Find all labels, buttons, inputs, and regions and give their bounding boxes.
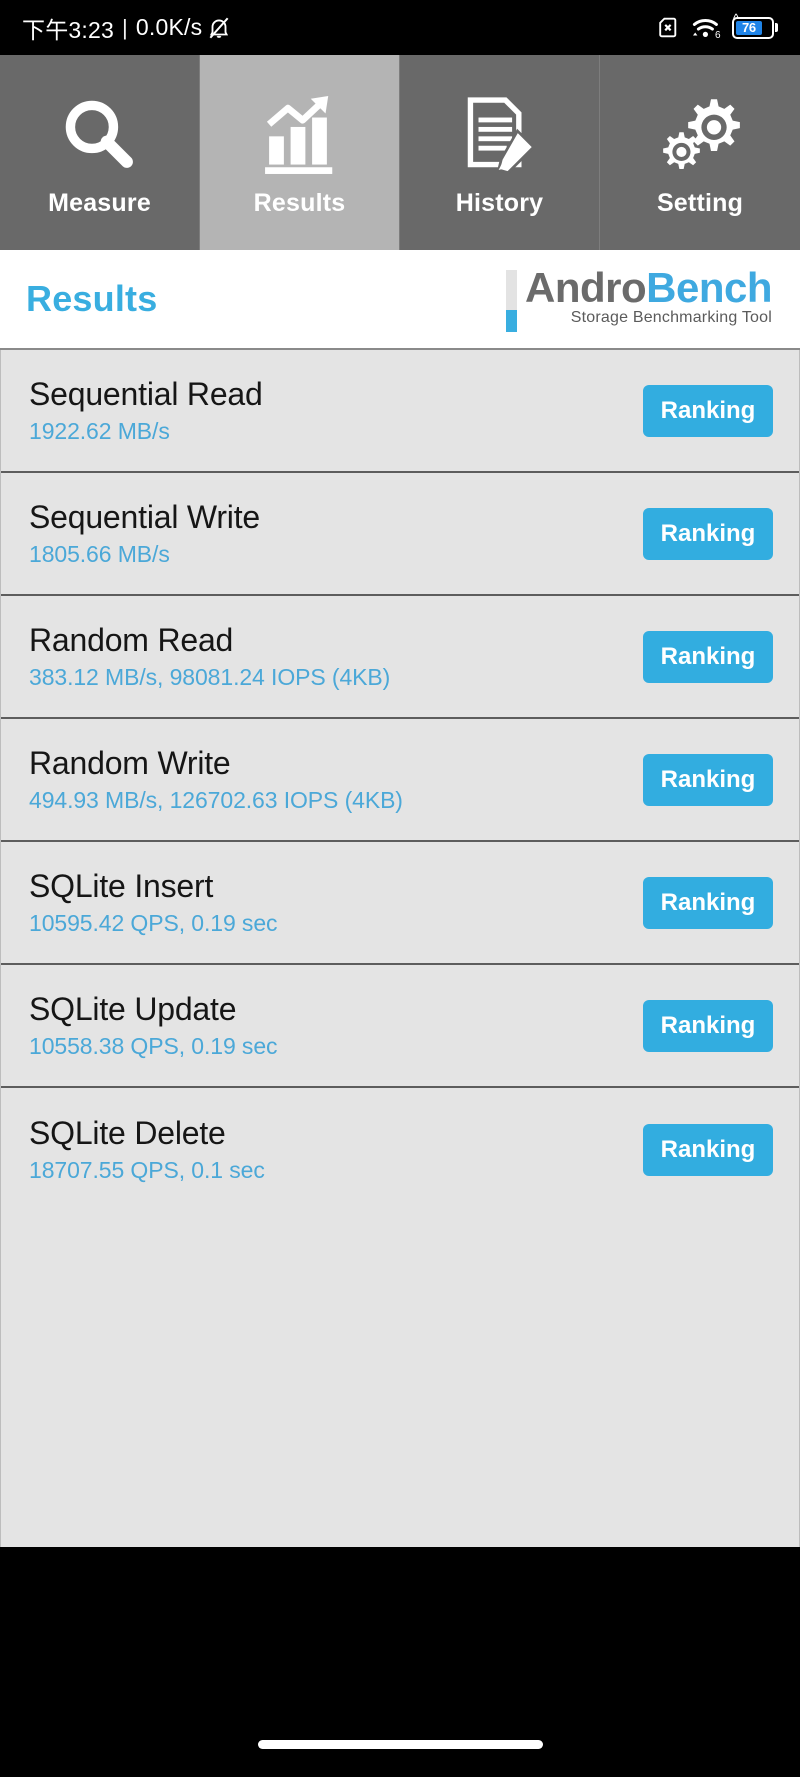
tab-history-label: History [455,189,544,217]
row-text-group: SQLite Update 10558.38 QPS, 0.19 sec [29,991,278,1060]
battery-percent-label: 76 [741,20,756,35]
mute-bell-icon [206,15,232,41]
gears-icon [656,87,744,183]
ranking-button[interactable]: Ranking [643,630,773,683]
result-title: Sequential Read [29,376,263,413]
phone-screen: 下午3:23 | 0.0K/s 6 ^ 76 Measure Results H… [0,0,800,1777]
row-text-group: SQLite Insert 10595.42 QPS, 0.19 sec [29,868,278,937]
network-speed-text: 0.0K/s [135,14,203,40]
result-value: 1922.62 MB/s [29,417,170,444]
row-text-group: Sequential Write 1805.66 MB/s [29,499,260,568]
logo-accent-bar [505,267,517,332]
result-value: 1805.66 MB/s [29,540,170,567]
result-value: 10558.38 QPS, 0.19 sec [29,1032,278,1059]
tab-measure[interactable]: Measure [0,55,200,250]
table-row[interactable]: Sequential Write 1805.66 MB/s Ranking [1,473,799,596]
row-text-group: Random Write 494.93 MB/s, 126702.63 IOPS… [29,745,403,814]
tab-results[interactable]: Results [200,55,400,250]
row-text-group: SQLite Delete 18707.55 QPS, 0.1 sec [29,1115,265,1184]
table-row[interactable]: SQLite Delete 18707.55 QPS, 0.1 sec Rank… [1,1088,799,1211]
svg-text:6: 6 [715,30,721,40]
battery-charging-icon: ^ 76 [732,12,778,39]
page-header: Results AndroBench Storage Benchmarking … [0,250,800,350]
result-title: SQLite Delete [29,1115,226,1152]
ranking-button[interactable]: Ranking [643,999,773,1052]
sim-card-x-icon [655,15,680,40]
ranking-button[interactable]: Ranking [643,384,773,437]
battery-fill: 76 [736,20,762,35]
top-tab-bar: Measure Results History Setting [0,55,800,250]
result-value: 494.93 MB/s, 126702.63 IOPS (4KB) [29,786,403,813]
status-bar-left: 下午3:23 | 0.0K/s [22,11,232,45]
battery-cap [775,23,778,32]
result-value: 383.12 MB/s, 98081.24 IOPS (4KB) [29,663,391,690]
wifi-6-icon: 6 [691,15,721,40]
bar-chart-arrow-icon [257,87,343,183]
status-bar-right: 6 ^ 76 [655,12,778,40]
tab-setting-label: Setting [656,189,744,217]
result-value: 10595.42 QPS, 0.19 sec [29,909,278,936]
result-title: Sequential Write [29,499,261,536]
magnifier-icon [57,87,143,183]
logo-andro: Andro [524,263,647,311]
ranking-button[interactable]: Ranking [643,753,773,806]
logo-wordmark: AndroBench [524,263,773,311]
logo-text-group: AndroBench Storage Benchmarking Tool [524,263,773,327]
ranking-button[interactable]: Ranking [643,1123,773,1176]
table-row[interactable]: SQLite Insert 10595.42 QPS, 0.19 sec Ran… [1,842,799,965]
results-list: Sequential Read 1922.62 MB/s Ranking Seq… [0,350,800,1547]
document-pencil-icon [457,87,543,183]
tab-results-label: Results [253,189,346,217]
battery-body: 76 [732,16,774,39]
tab-setting[interactable]: Setting [600,55,800,250]
row-text-group: Sequential Read 1922.62 MB/s [29,376,263,445]
result-value: 18707.55 QPS, 0.1 sec [29,1156,265,1183]
tab-measure-label: Measure [48,189,151,217]
table-row[interactable]: Sequential Read 1922.62 MB/s Ranking [1,350,799,473]
result-title: Random Write [29,745,231,782]
gesture-home-bar[interactable] [257,1740,543,1749]
table-row[interactable]: SQLite Update 10558.38 QPS, 0.19 sec Ran… [1,965,799,1088]
tab-history[interactable]: History [400,55,600,250]
ranking-button[interactable]: Ranking [643,876,773,929]
row-text-group: Random Read 383.12 MB/s, 98081.24 IOPS (… [29,622,390,691]
logo-bench: Bench [646,263,772,311]
status-bar: 下午3:23 | 0.0K/s 6 ^ 76 [0,0,800,55]
list-empty-area [1,1211,799,1547]
androbench-logo: AndroBench Storage Benchmarking Tool [505,263,778,332]
table-row[interactable]: Random Write 494.93 MB/s, 126702.63 IOPS… [1,719,799,842]
status-separator: | [121,14,128,40]
system-navigation-bar [0,1547,800,1777]
result-title: Random Read [29,622,234,659]
logo-bar-gray [505,269,517,310]
status-clock: 下午3:23 [22,16,114,43]
table-row[interactable]: Random Read 383.12 MB/s, 98081.24 IOPS (… [1,596,799,719]
result-title: SQLite Insert [29,868,214,905]
logo-subtitle: Storage Benchmarking Tool [570,308,772,326]
page-title: Results [26,278,158,319]
ranking-button[interactable]: Ranking [643,507,773,560]
result-title: SQLite Update [29,991,237,1028]
logo-bar-blue [505,309,517,332]
